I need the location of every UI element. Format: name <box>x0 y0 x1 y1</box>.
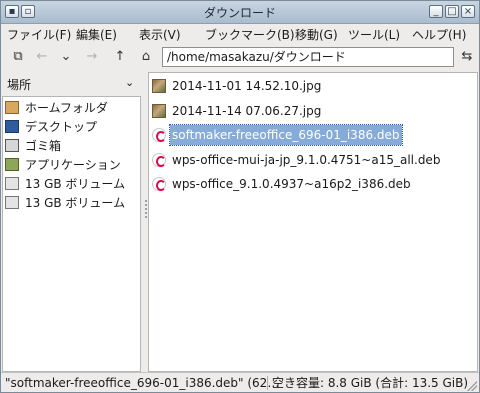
status-bar: "softmaker-freeoffice_696-01_i386.deb" (… <box>1 372 479 393</box>
selection-status: "softmaker-freeoffice_696-01_i386.deb" (… <box>5 376 280 390</box>
status-divider <box>267 376 268 390</box>
image-file-icon <box>152 104 166 118</box>
menu-help[interactable]: ヘルプ(H) <box>412 26 466 43</box>
places-list: ホームフォルダ デスクトップ ゴミ箱 アプリケーション 13 GB ボリューム … <box>2 96 141 372</box>
drive-icon <box>5 196 19 209</box>
file-name: softmaker-freeoffice_696-01_i386.deb <box>169 124 403 146</box>
menu-edit[interactable]: 編集(E) <box>76 26 117 43</box>
menu-file[interactable]: ファイル(F) <box>7 26 71 43</box>
sidebar-item-label: デスクトップ <box>25 120 98 134</box>
up-icon[interactable]: ↑ <box>111 48 129 66</box>
back-icon[interactable]: ← <box>33 48 51 66</box>
trash-icon <box>5 139 19 152</box>
sidebar-item-label: ホームフォルダ <box>25 101 108 115</box>
side-pane: 場所 ⌄ ホームフォルダ デスクトップ ゴミ箱 アプリケーション 13 GB ボ… <box>1 72 143 372</box>
sidebar-item-desktop[interactable]: デスクトップ <box>5 118 139 136</box>
menu-view[interactable]: 表示(V) <box>139 26 181 43</box>
sidebar-item-label: アプリケーション <box>25 158 121 172</box>
path-input[interactable]: /home/masakazu/ダウンロード <box>162 47 454 67</box>
file-name: wps-office_9.1.0.4937~a16p2_i386.deb <box>172 177 411 191</box>
forward-icon[interactable]: → <box>83 48 101 66</box>
side-pane-header: 場所 <box>7 78 32 92</box>
chevron-down-icon[interactable]: ⌄ <box>57 48 75 66</box>
sidebar-item-trash[interactable]: ゴミ箱 <box>5 137 139 155</box>
free-space-status: 空き容量: 8.8 GiB (合計: 13.5 GiB) <box>272 376 469 390</box>
minimize-icon[interactable]: _ <box>429 5 443 18</box>
window-title: ダウンロード <box>203 6 276 20</box>
deb-package-icon <box>152 128 166 142</box>
applications-icon <box>5 158 19 171</box>
menu-bar: ファイル(F) 編集(E) 表示(V) ブックマーク(B) 移動(G) ツール(… <box>1 24 479 44</box>
close-icon[interactable]: × <box>461 5 475 18</box>
menu-go[interactable]: 移動(G) <box>295 26 338 43</box>
file-list-pane: 2014-11-01 14.52.10.jpg 2014-11-14 07.06… <box>148 72 478 372</box>
home-icon[interactable]: ⌂ <box>137 48 155 66</box>
menu-bookmarks[interactable]: ブックマーク(B) <box>205 26 295 43</box>
sidebar-item-volume-2[interactable]: 13 GB ボリューム <box>5 194 139 212</box>
menu-tools[interactable]: ツール(L) <box>348 26 400 43</box>
title-bar[interactable]: ▪ ▫ ダウンロード _ □ × <box>1 1 479 24</box>
sidebar-item-label: ゴミ箱 <box>25 139 62 153</box>
deb-package-icon <box>152 177 166 191</box>
file-name: 2014-11-01 14.52.10.jpg <box>172 79 322 93</box>
path-mode-toggle-icon[interactable]: ⇆ <box>458 48 476 66</box>
file-manager-window: ▪ ▫ ダウンロード _ □ × ファイル(F) 編集(E) 表示(V) ブック… <box>0 0 480 393</box>
sidebar-item-home[interactable]: ホームフォルダ <box>5 99 139 117</box>
maximize-icon[interactable]: □ <box>445 5 459 18</box>
sidebar-item-label: 13 GB ボリューム <box>25 177 126 191</box>
file-name: wps-office-mui-ja-jp_9.1.0.4751~a15_all.… <box>172 153 441 167</box>
image-file-icon <box>152 79 166 93</box>
new-window-icon[interactable]: ⧉ <box>9 48 27 66</box>
drive-icon <box>5 177 19 190</box>
sidebar-item-label: 13 GB ボリューム <box>25 196 126 210</box>
desktop-icon <box>5 120 19 133</box>
file-name: 2014-11-14 07.06.27.jpg <box>172 104 322 118</box>
resize-grip-icon[interactable] <box>467 381 477 391</box>
chevron-down-icon[interactable]: ⌄ <box>125 76 134 89</box>
home-folder-icon <box>5 101 19 114</box>
sidebar-item-applications[interactable]: アプリケーション <box>5 156 139 174</box>
sidebar-item-volume-1[interactable]: 13 GB ボリューム <box>5 175 139 193</box>
deb-package-icon <box>152 153 166 167</box>
